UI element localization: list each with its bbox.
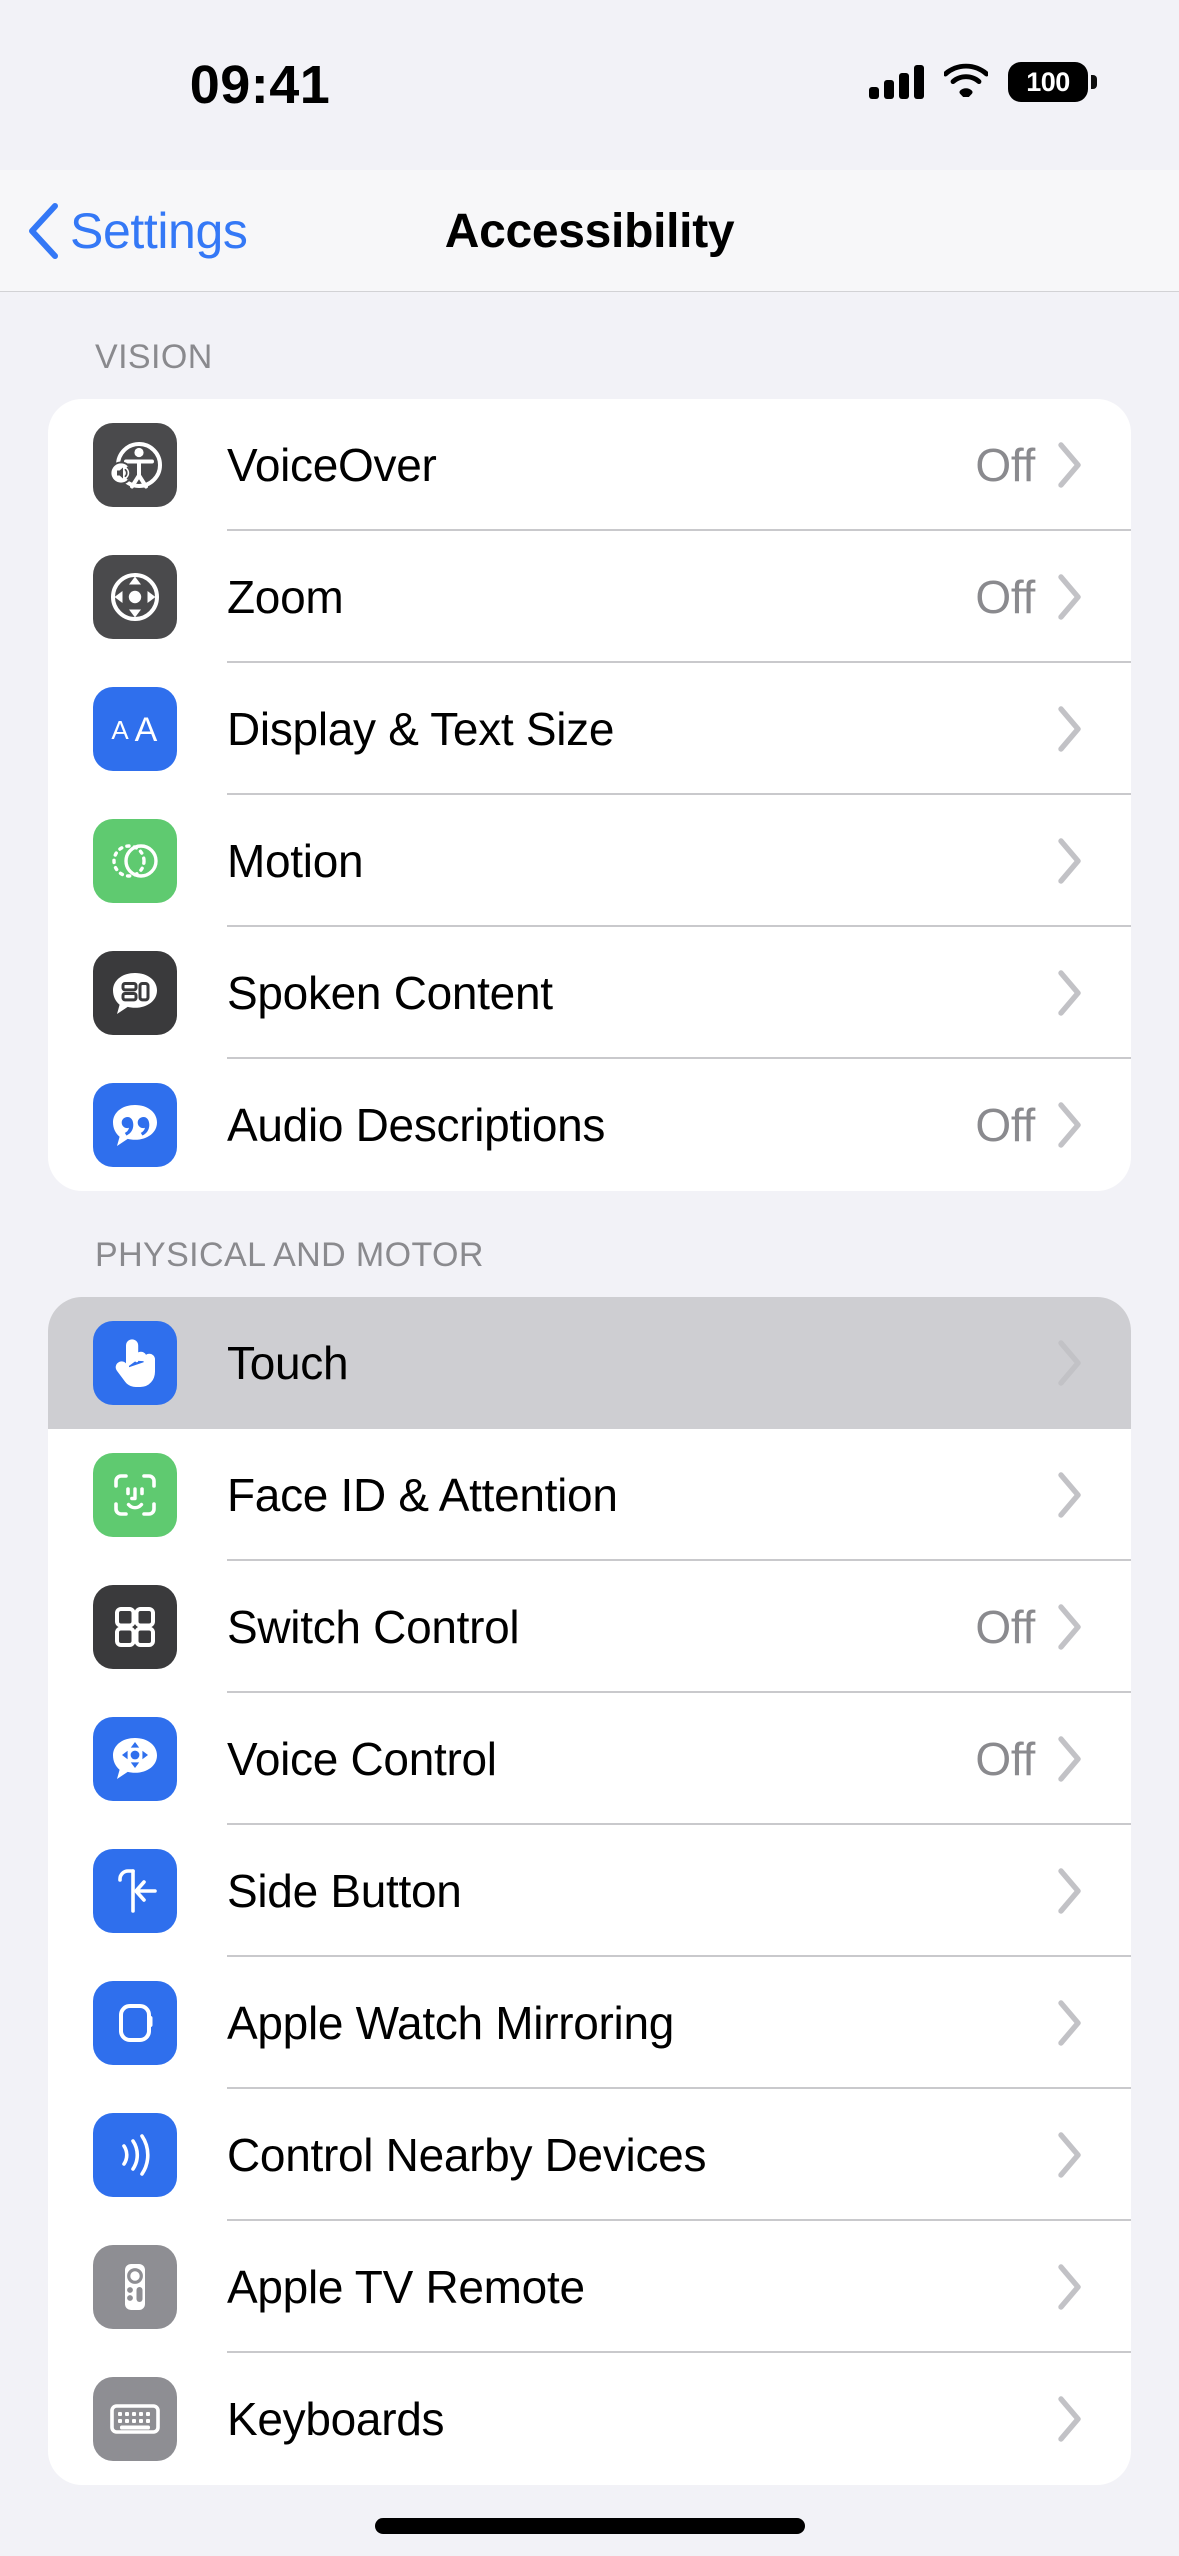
settings-row[interactable]: Keyboards [48, 2353, 1131, 2485]
status-bar-indicators: 100 [869, 62, 1097, 102]
settings-row[interactable]: Apple TV Remote [48, 2221, 1131, 2353]
zoom-icon [93, 555, 177, 639]
section-header: VISION [95, 338, 213, 376]
settings-row-label: Apple Watch Mirroring [227, 1997, 675, 2049]
chevron-right-icon [1057, 1868, 1083, 1914]
settings-row-label: Switch Control [227, 1601, 520, 1653]
settings-row[interactable]: Zoom Off [48, 531, 1131, 663]
settings-row[interactable]: Motion [48, 795, 1131, 927]
display-text-size-icon: A A [93, 687, 177, 771]
settings-row-label: Audio Descriptions [227, 1099, 606, 1151]
wifi-icon [942, 63, 990, 102]
section-header: PHYSICAL AND MOTOR [95, 1236, 484, 1274]
settings-row[interactable]: VoiceOver Off [48, 399, 1131, 531]
status-bar: 09:41 100 [0, 0, 1179, 170]
settings-row-label: Motion [227, 835, 364, 887]
settings-row-label: Apple TV Remote [227, 2261, 585, 2313]
apple-watch-mirroring-icon [93, 1981, 177, 2065]
settings-group: VoiceOver Off Zoom Off A A Display & Text … [48, 399, 1131, 1191]
side-button-icon [93, 1849, 177, 1933]
settings-row-label: Zoom [227, 571, 344, 623]
settings-group: Touch Face ID & Attention Switch Control… [48, 1297, 1131, 2485]
chevron-right-icon [1057, 442, 1083, 488]
touch-icon [93, 1321, 177, 1405]
iphone-screen: 09:41 100 Settings Accessibility VISION … [0, 0, 1179, 2556]
chevron-right-icon [1057, 1472, 1083, 1518]
audio-descriptions-icon [93, 1083, 177, 1167]
settings-row-value: Off [975, 439, 1035, 491]
spoken-content-icon [93, 951, 177, 1035]
chevron-right-icon [1057, 2000, 1083, 2046]
voiceover-icon [93, 423, 177, 507]
status-bar-time: 09:41 [189, 55, 331, 115]
page-title: Accessibility [444, 204, 735, 258]
settings-row-label: Voice Control [227, 1733, 497, 1785]
settings-row-value: Off [975, 1601, 1035, 1653]
chevron-right-icon [1057, 2132, 1083, 2178]
home-indicator [374, 2518, 805, 2534]
navigation-bar: Settings Accessibility [0, 170, 1179, 292]
settings-row-label: Display & Text Size [227, 703, 615, 755]
motion-icon [93, 819, 177, 903]
chevron-right-icon [1057, 574, 1083, 620]
chevron-right-icon [1057, 1340, 1083, 1386]
settings-row-label: Spoken Content [227, 967, 553, 1019]
switch-control-icon [93, 1585, 177, 1669]
chevron-right-icon [1057, 970, 1083, 1016]
svg-text:A: A [135, 711, 158, 749]
battery-icon: 100 [1008, 62, 1097, 102]
settings-row[interactable]: Switch Control Off [48, 1561, 1131, 1693]
settings-row[interactable]: Spoken Content [48, 927, 1131, 1059]
settings-row[interactable]: Audio Descriptions Off [48, 1059, 1131, 1191]
settings-row-label: Keyboards [227, 2393, 445, 2445]
settings-row[interactable]: Voice Control Off [48, 1693, 1131, 1825]
settings-list[interactable]: VISION VoiceOver Off Zoom Off A A Displa… [0, 293, 1179, 2556]
battery-percentage: 100 [1026, 66, 1070, 97]
settings-row-value: Off [975, 1733, 1035, 1785]
settings-row[interactable]: Apple Watch Mirroring [48, 1957, 1131, 2089]
settings-row-label: VoiceOver [227, 439, 437, 491]
keyboards-icon [93, 2377, 177, 2461]
settings-row[interactable]: Face ID & Attention [48, 1429, 1131, 1561]
settings-row[interactable]: Touch [48, 1297, 1131, 1429]
chevron-right-icon [1057, 1604, 1083, 1650]
settings-row[interactable]: Control Nearby Devices [48, 2089, 1131, 2221]
settings-row-label: Touch [227, 1337, 349, 1389]
control-nearby-devices-icon [93, 2113, 177, 2197]
chevron-right-icon [1057, 838, 1083, 884]
apple-tv-remote-icon [93, 2245, 177, 2329]
chevron-right-icon [1057, 1736, 1083, 1782]
svg-text:A: A [111, 715, 129, 745]
settings-row-label: Side Button [227, 1865, 462, 1917]
face-id-icon [93, 1453, 177, 1537]
settings-row-value: Off [975, 1099, 1035, 1151]
settings-row[interactable]: A A Display & Text Size [48, 663, 1131, 795]
chevron-right-icon [1057, 2264, 1083, 2310]
voice-control-icon [93, 1717, 177, 1801]
chevron-right-icon [1057, 706, 1083, 752]
chevron-right-icon [1057, 1102, 1083, 1148]
settings-row-value: Off [975, 571, 1035, 623]
settings-row-label: Control Nearby Devices [227, 2129, 707, 2181]
cellular-signal-icon [869, 65, 924, 99]
settings-row-label: Face ID & Attention [227, 1469, 618, 1521]
chevron-right-icon [1057, 2396, 1083, 2442]
settings-row[interactable]: Side Button [48, 1825, 1131, 1957]
